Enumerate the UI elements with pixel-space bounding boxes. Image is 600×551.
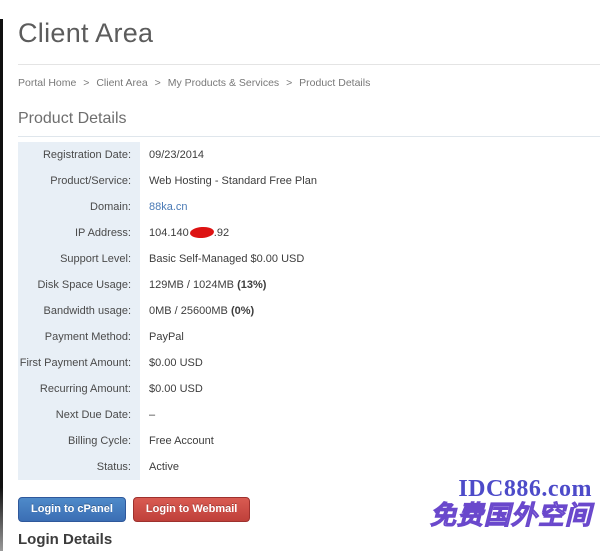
row-value: 0MB / 25600MB (0%) bbox=[140, 305, 254, 317]
row-label: Domain: bbox=[18, 194, 140, 220]
login-to-cpanel-button[interactable]: Login to cPanel bbox=[18, 497, 126, 522]
header-divider bbox=[18, 64, 600, 65]
row-label: Payment Method: bbox=[18, 324, 140, 350]
row-value: 129MB / 1024MB (13%) bbox=[140, 279, 266, 291]
status-value: Active bbox=[140, 461, 179, 473]
table-row-bandwidth: Bandwidth usage: 0MB / 25600MB (0%) bbox=[18, 298, 578, 324]
breadcrumb-portal-home[interactable]: Portal Home bbox=[18, 77, 76, 89]
table-row-status: Status: Active bbox=[18, 454, 578, 480]
row-value: – bbox=[140, 409, 155, 421]
row-value: $0.00 USD bbox=[140, 357, 203, 369]
table-row-registration-date: Registration Date: 09/23/2014 bbox=[18, 142, 578, 168]
row-label: Next Due Date: bbox=[18, 402, 140, 428]
row-value: 104.140 .92 bbox=[140, 227, 229, 239]
domain-link[interactable]: 88ka.cn bbox=[149, 201, 188, 213]
table-row-domain: Domain: 88ka.cn bbox=[18, 194, 578, 220]
row-label: First Payment Amount: bbox=[18, 350, 140, 376]
row-label: IP Address: bbox=[18, 220, 140, 246]
login-to-webmail-button[interactable]: Login to Webmail bbox=[133, 497, 250, 522]
row-label: Product/Service: bbox=[18, 168, 140, 194]
table-row-billing-cycle: Billing Cycle: Free Account bbox=[18, 428, 578, 454]
table-row-first-payment: First Payment Amount: $0.00 USD bbox=[18, 350, 578, 376]
breadcrumb: Portal Home > Client Area > My Products … bbox=[18, 77, 600, 89]
breadcrumb-client-area[interactable]: Client Area bbox=[96, 77, 147, 89]
row-label: Support Level: bbox=[18, 246, 140, 272]
ip-prefix: 104.140 bbox=[149, 227, 189, 239]
breadcrumb-separator: > bbox=[83, 77, 89, 89]
disk-usage-percent: (13%) bbox=[237, 279, 266, 291]
bandwidth-usage-text: 0MB / 25600MB bbox=[149, 305, 231, 317]
row-label: Billing Cycle: bbox=[18, 428, 140, 454]
table-row-recurring-amount: Recurring Amount: $0.00 USD bbox=[18, 376, 578, 402]
disk-usage-text: 129MB / 1024MB bbox=[149, 279, 237, 291]
row-label: Status: bbox=[18, 454, 140, 480]
window-left-edge bbox=[0, 19, 3, 551]
table-row-disk-space: Disk Space Usage: 129MB / 1024MB (13%) bbox=[18, 272, 578, 298]
row-value: $0.00 USD bbox=[140, 383, 203, 395]
page-container: Client Area Portal Home > Client Area > … bbox=[0, 19, 600, 548]
ip-redaction-scribble bbox=[189, 227, 214, 240]
row-label: Registration Date: bbox=[18, 142, 140, 168]
row-label: Disk Space Usage: bbox=[18, 272, 140, 298]
page-title: Client Area bbox=[18, 19, 600, 47]
table-row-support-level: Support Level: Basic Self-Managed $0.00 … bbox=[18, 246, 578, 272]
row-value: 88ka.cn bbox=[140, 201, 188, 213]
row-label: Recurring Amount: bbox=[18, 376, 140, 402]
row-value: Basic Self-Managed $0.00 USD bbox=[140, 253, 304, 265]
row-value: 09/23/2014 bbox=[140, 149, 204, 161]
table-row-payment-method: Payment Method: PayPal bbox=[18, 324, 578, 350]
row-label: Bandwidth usage: bbox=[18, 298, 140, 324]
bandwidth-usage-percent: (0%) bbox=[231, 305, 254, 317]
breadcrumb-my-products[interactable]: My Products & Services bbox=[168, 77, 279, 89]
product-details-table: Registration Date: 09/23/2014 Product/Se… bbox=[18, 142, 578, 480]
row-value: Free Account bbox=[140, 435, 214, 447]
row-value: PayPal bbox=[140, 331, 184, 343]
breadcrumb-product-details: Product Details bbox=[299, 77, 370, 89]
row-value: Web Hosting - Standard Free Plan bbox=[140, 175, 317, 187]
table-row-next-due-date: Next Due Date: – bbox=[18, 402, 578, 428]
ip-suffix: .92 bbox=[214, 227, 229, 239]
section-title-product-details: Product Details bbox=[18, 110, 600, 137]
table-row-product-service: Product/Service: Web Hosting - Standard … bbox=[18, 168, 578, 194]
breadcrumb-separator: > bbox=[286, 77, 292, 89]
section-title-login-details: Login Details bbox=[18, 531, 600, 548]
table-row-ip-address: IP Address: 104.140 .92 bbox=[18, 220, 578, 246]
breadcrumb-separator: > bbox=[155, 77, 161, 89]
action-buttons: Login to cPanel Login to Webmail bbox=[18, 497, 600, 522]
